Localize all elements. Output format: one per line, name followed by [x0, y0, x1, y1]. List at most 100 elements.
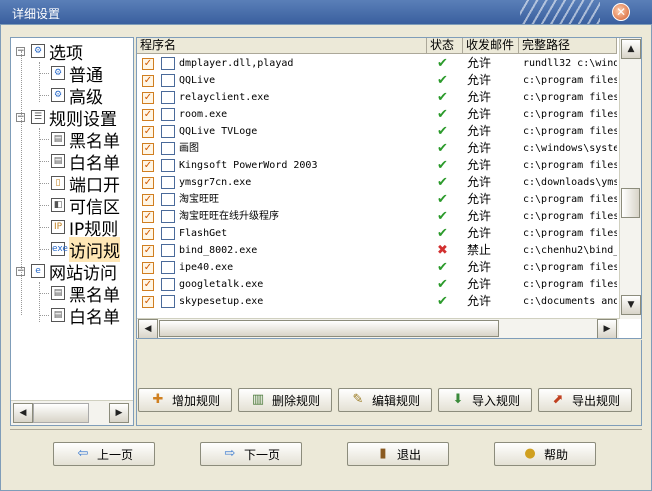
rule-checkbox[interactable]: ✓ — [142, 75, 154, 87]
exit-button[interactable]: ▮ 退出 — [347, 442, 449, 466]
table-horizontal-scrollbar[interactable]: ◀ ▶ — [137, 318, 619, 338]
checkmark-icon: ✔ — [437, 294, 448, 309]
checkmark-icon: ✔ — [437, 90, 448, 105]
add-rule-button[interactable]: ✚ 增加规则 — [138, 388, 232, 412]
tree-node-label: 白名单 — [69, 307, 120, 328]
tree-node[interactable]: ▤ 黑名单 — [51, 128, 120, 152]
program-name: ymsgr7cn.exe — [179, 177, 252, 188]
tree-node[interactable]: e 网站访问 — [31, 260, 117, 284]
app-icon — [161, 74, 175, 87]
tree-node[interactable]: IP IP规则 — [51, 216, 118, 240]
cross-icon: ✖ — [437, 243, 448, 258]
table-row[interactable]: ✓ FlashGet ✔ 允许 c:\program files — [137, 225, 617, 242]
program-name: 画图 — [179, 143, 199, 154]
rule-checkbox[interactable]: ✓ — [142, 279, 154, 291]
rule-checkbox[interactable]: ✓ — [142, 296, 154, 308]
rule-checkbox[interactable]: ✓ — [142, 228, 154, 240]
scroll-down-button[interactable]: ▼ — [621, 295, 641, 315]
rule-checkbox[interactable]: ✓ — [142, 126, 154, 138]
close-button[interactable]: ✕ — [612, 3, 630, 21]
import-rule-button[interactable]: ⬇ 导入规则 — [438, 388, 532, 412]
tree-connector — [39, 205, 49, 206]
scroll-left-button[interactable]: ◀ — [138, 319, 158, 338]
table-row[interactable]: ✓ Kingsoft PowerWord 2003 ✔ 允许 c:\program fi… — [137, 157, 617, 174]
table-row[interactable]: ✓ 淘宝旺旺 ✔ 允许 c:\program files — [137, 191, 617, 208]
rule-checkbox[interactable]: ✓ — [142, 245, 154, 257]
table-body: ✓ dmplayer.dll,playad ✔ 允许 rundll32 c:\wind ✓… — [137, 55, 617, 317]
rule-checkbox[interactable]: ✓ — [142, 58, 154, 70]
gear-icon: ⚙ — [51, 66, 65, 80]
table-row[interactable]: ✓ 淘宝旺旺在线升级程序 ✔ 允许 c:\program files — [137, 208, 617, 225]
rule-checkbox[interactable]: ✓ — [142, 92, 154, 104]
edit-rule-button[interactable]: ✎ 编辑规则 — [338, 388, 432, 412]
program-name: 淘宝旺旺在线升级程序 — [179, 211, 279, 222]
rule-checkbox[interactable]: ✓ — [142, 109, 154, 121]
help-button[interactable]: ● 帮助 — [494, 442, 596, 466]
column-header-mail[interactable]: 收发邮件 — [463, 38, 519, 54]
tree-node[interactable]: ◧ 可信区 — [51, 194, 120, 218]
tree-node[interactable]: ▤ 白名单 — [51, 304, 120, 328]
rule-checkbox[interactable]: ✓ — [142, 143, 154, 155]
table-row[interactable]: ✓ room.exe ✔ 允许 c:\program files — [137, 106, 617, 123]
arrow-left-icon: ⇦ — [77, 446, 89, 461]
table-row[interactable]: ✓ 画图 ✔ 允许 c:\windows\syste — [137, 140, 617, 157]
window-title: 详细设置 — [12, 7, 61, 21]
list-icon: ▤ — [51, 154, 65, 168]
app-icon — [161, 193, 175, 206]
tree-node[interactable]: ▤ 白名单 — [51, 150, 120, 174]
trash-icon: ▥ — [251, 392, 265, 407]
mail-permission: 允许 — [467, 73, 492, 87]
tree-node[interactable]: exe 访问规 — [51, 236, 120, 262]
rules-icon: ☰ — [31, 110, 45, 124]
table-row[interactable]: ✓ dmplayer.dll,playad ✔ 允许 rundll32 c:\wind — [137, 55, 617, 72]
tree-node[interactable]: ▤ 黑名单 — [51, 282, 120, 306]
table-row[interactable]: ✓ QQLive TVLoge ✔ 允许 c:\program files — [137, 123, 617, 140]
scroll-right-button[interactable]: ▶ — [597, 319, 617, 338]
scroll-thumb[interactable] — [33, 403, 89, 423]
rule-checkbox[interactable]: ✓ — [142, 160, 154, 172]
rule-checkbox[interactable]: ✓ — [142, 262, 154, 274]
checkmark-icon: ✔ — [437, 226, 448, 241]
app-icon — [161, 57, 175, 70]
table-row[interactable]: ✓ QQLive ✔ 允许 c:\program files — [137, 72, 617, 89]
full-path: c:\program files — [523, 126, 617, 137]
scroll-right-button[interactable]: ▶ — [109, 403, 129, 423]
horizontal-scroll-thumb[interactable] — [159, 320, 499, 337]
full-path: c:\program files — [523, 92, 617, 103]
scroll-left-button[interactable]: ◀ — [13, 403, 33, 423]
table-row[interactable]: ✓ ymsgr7cn.exe ✔ 允许 c:\downloads\yms — [137, 174, 617, 191]
tree-connector — [39, 161, 49, 162]
rule-checkbox[interactable]: ✓ — [142, 177, 154, 189]
table-row[interactable]: ✓ bind_8002.exe ✖ 禁止 c:\chenhu2\bind_ — [137, 242, 617, 259]
table-vertical-scrollbar[interactable]: ▲ ▼ — [619, 38, 641, 319]
program-rules-table: 程序名 状态 收发邮件 完整路径 ✓ dmplayer.dll,playad ✔ 允许… — [136, 37, 642, 339]
delete-rule-button[interactable]: ▥ 删除规则 — [238, 388, 332, 412]
vertical-scroll-thumb[interactable] — [621, 188, 640, 218]
tree-connector — [39, 139, 49, 140]
scroll-up-button[interactable]: ▲ — [621, 39, 641, 59]
prev-page-button[interactable]: ⇦ 上一页 — [53, 442, 155, 466]
table-row[interactable]: ✓ skypesetup.exe ✔ 允许 c:\documents and — [137, 293, 617, 310]
app-icon — [161, 91, 175, 104]
door-icon: ▮ — [379, 446, 387, 461]
tree-connector — [39, 183, 49, 184]
next-page-button[interactable]: ⇨ 下一页 — [200, 442, 302, 466]
rule-checkbox[interactable]: ✓ — [142, 194, 154, 206]
table-row[interactable]: ✓ relayclient.exe ✔ 允许 c:\program files — [137, 89, 617, 106]
tree-node[interactable]: ⚙ 普通 — [51, 62, 103, 86]
column-header-program[interactable]: 程序名 — [137, 38, 427, 54]
column-header-path[interactable]: 完整路径 — [519, 38, 617, 54]
tree-node[interactable]: ▯ 端口开 — [51, 172, 120, 196]
rule-checkbox[interactable]: ✓ — [142, 211, 154, 223]
tree-node[interactable]: ⚙ 选项 — [31, 40, 83, 64]
export-rule-button[interactable]: ⬈ 导出规则 — [538, 388, 632, 412]
tree-horizontal-scrollbar[interactable]: ◀ ▶ — [11, 400, 133, 425]
list-icon: ▤ — [51, 308, 65, 322]
tree-node[interactable]: ⚙ 高级 — [51, 84, 103, 108]
tree-node[interactable]: ☰ 规则设置 — [31, 106, 117, 130]
column-header-status[interactable]: 状态 — [427, 38, 463, 54]
table-row[interactable]: ✓ ipe40.exe ✔ 允许 c:\program files — [137, 259, 617, 276]
table-row[interactable]: ✓ googletalk.exe ✔ 允许 c:\program files — [137, 276, 617, 293]
mail-permission: 允许 — [467, 56, 492, 70]
mail-permission: 允许 — [467, 107, 492, 121]
